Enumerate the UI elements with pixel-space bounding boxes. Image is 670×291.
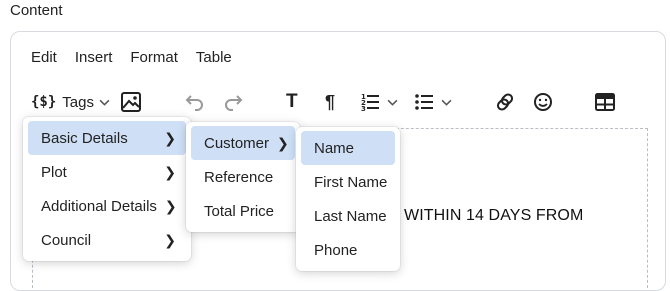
chevron-right-icon: ❯ bbox=[164, 197, 177, 214]
menu-item-customer[interactable]: Customer ❯ bbox=[191, 126, 295, 160]
content-field-label: Content bbox=[10, 2, 63, 19]
tags-icon: {$} bbox=[31, 94, 57, 110]
menu-item-label: Total Price bbox=[204, 202, 275, 220]
menu-item-label: Customer bbox=[204, 134, 270, 152]
chevron-right-icon: ❯ bbox=[164, 231, 176, 248]
toolbar: {$} Tags T ¶ 1 2 3 bbox=[0, 88, 670, 116]
numbered-list-icon: 1 2 3 bbox=[361, 93, 379, 113]
menu-item-basic-details[interactable]: Basic Details ❯ bbox=[28, 121, 186, 155]
chevron-down-icon bbox=[99, 99, 110, 106]
table-icon bbox=[595, 93, 615, 111]
emoji-button[interactable] bbox=[532, 88, 554, 116]
menu-item-phone[interactable]: Phone bbox=[301, 233, 395, 267]
chevron-right-icon: ❯ bbox=[164, 129, 176, 146]
text-format-button[interactable]: T bbox=[286, 88, 298, 116]
menu-item-additional-details[interactable]: Additional Details ❯ bbox=[28, 189, 186, 223]
text-format-icon: T bbox=[286, 91, 298, 112]
menu-item-label: Additional Details bbox=[41, 197, 157, 215]
tags-menu: Basic Details ❯ Plot ❯ Additional Detail… bbox=[23, 117, 191, 261]
menu-item-label: Basic Details bbox=[41, 129, 128, 147]
menu-item-label: Name bbox=[314, 139, 355, 157]
menu-item-plot[interactable]: Plot ❯ bbox=[28, 155, 186, 189]
menu-item-total-price[interactable]: Total Price bbox=[191, 194, 295, 228]
link-button[interactable] bbox=[494, 88, 516, 116]
menu-item-label: Plot bbox=[41, 163, 67, 181]
bullet-list-button[interactable] bbox=[414, 88, 452, 116]
bullet-list-icon bbox=[415, 94, 433, 110]
basic-details-submenu: Customer ❯ Reference Total Price bbox=[186, 122, 300, 232]
menu-item-council[interactable]: Council ❯ bbox=[28, 223, 186, 257]
chevron-down-icon bbox=[387, 99, 398, 106]
menu-item-label: Phone bbox=[314, 241, 358, 259]
redo-icon bbox=[225, 95, 243, 111]
tags-label: Tags bbox=[62, 93, 94, 111]
menu-item-label: Reference bbox=[204, 168, 274, 186]
paragraph-icon: ¶ bbox=[325, 91, 336, 112]
paragraph-button[interactable]: ¶ bbox=[325, 88, 335, 116]
menu-item-name[interactable]: Name bbox=[301, 131, 395, 165]
image-button[interactable] bbox=[120, 88, 142, 116]
tags-button[interactable]: {$} Tags bbox=[31, 88, 110, 116]
menu-edit[interactable]: Edit bbox=[31, 49, 57, 66]
svg-text:3: 3 bbox=[361, 105, 366, 113]
chevron-right-icon: ❯ bbox=[277, 134, 289, 151]
customer-submenu: Name First Name Last Name Phone bbox=[296, 127, 400, 271]
menu-item-label: Last Name bbox=[314, 207, 387, 225]
chevron-down-icon bbox=[441, 99, 452, 106]
menu-insert[interactable]: Insert bbox=[75, 49, 113, 66]
menu-item-reference[interactable]: Reference bbox=[191, 160, 295, 194]
chevron-right-icon: ❯ bbox=[164, 163, 176, 180]
menu-item-label: Council bbox=[41, 231, 92, 249]
menu-item-last-name[interactable]: Last Name bbox=[301, 199, 395, 233]
redo-button[interactable] bbox=[222, 88, 244, 116]
image-icon bbox=[121, 92, 141, 112]
undo-button[interactable] bbox=[184, 88, 206, 116]
menu-format[interactable]: Format bbox=[130, 49, 178, 66]
undo-icon bbox=[185, 95, 203, 111]
menubar: Edit Insert Format Table bbox=[31, 49, 250, 66]
menu-item-first-name[interactable]: First Name bbox=[301, 165, 395, 199]
menu-table[interactable]: Table bbox=[196, 49, 232, 66]
menu-item-label: First Name bbox=[314, 173, 388, 191]
emoji-icon bbox=[534, 93, 552, 111]
document-text: WITHIN 14 DAYS FROM bbox=[404, 207, 584, 224]
table-button[interactable] bbox=[594, 88, 616, 116]
link-icon bbox=[496, 93, 514, 111]
numbered-list-button[interactable]: 1 2 3 bbox=[360, 88, 398, 116]
